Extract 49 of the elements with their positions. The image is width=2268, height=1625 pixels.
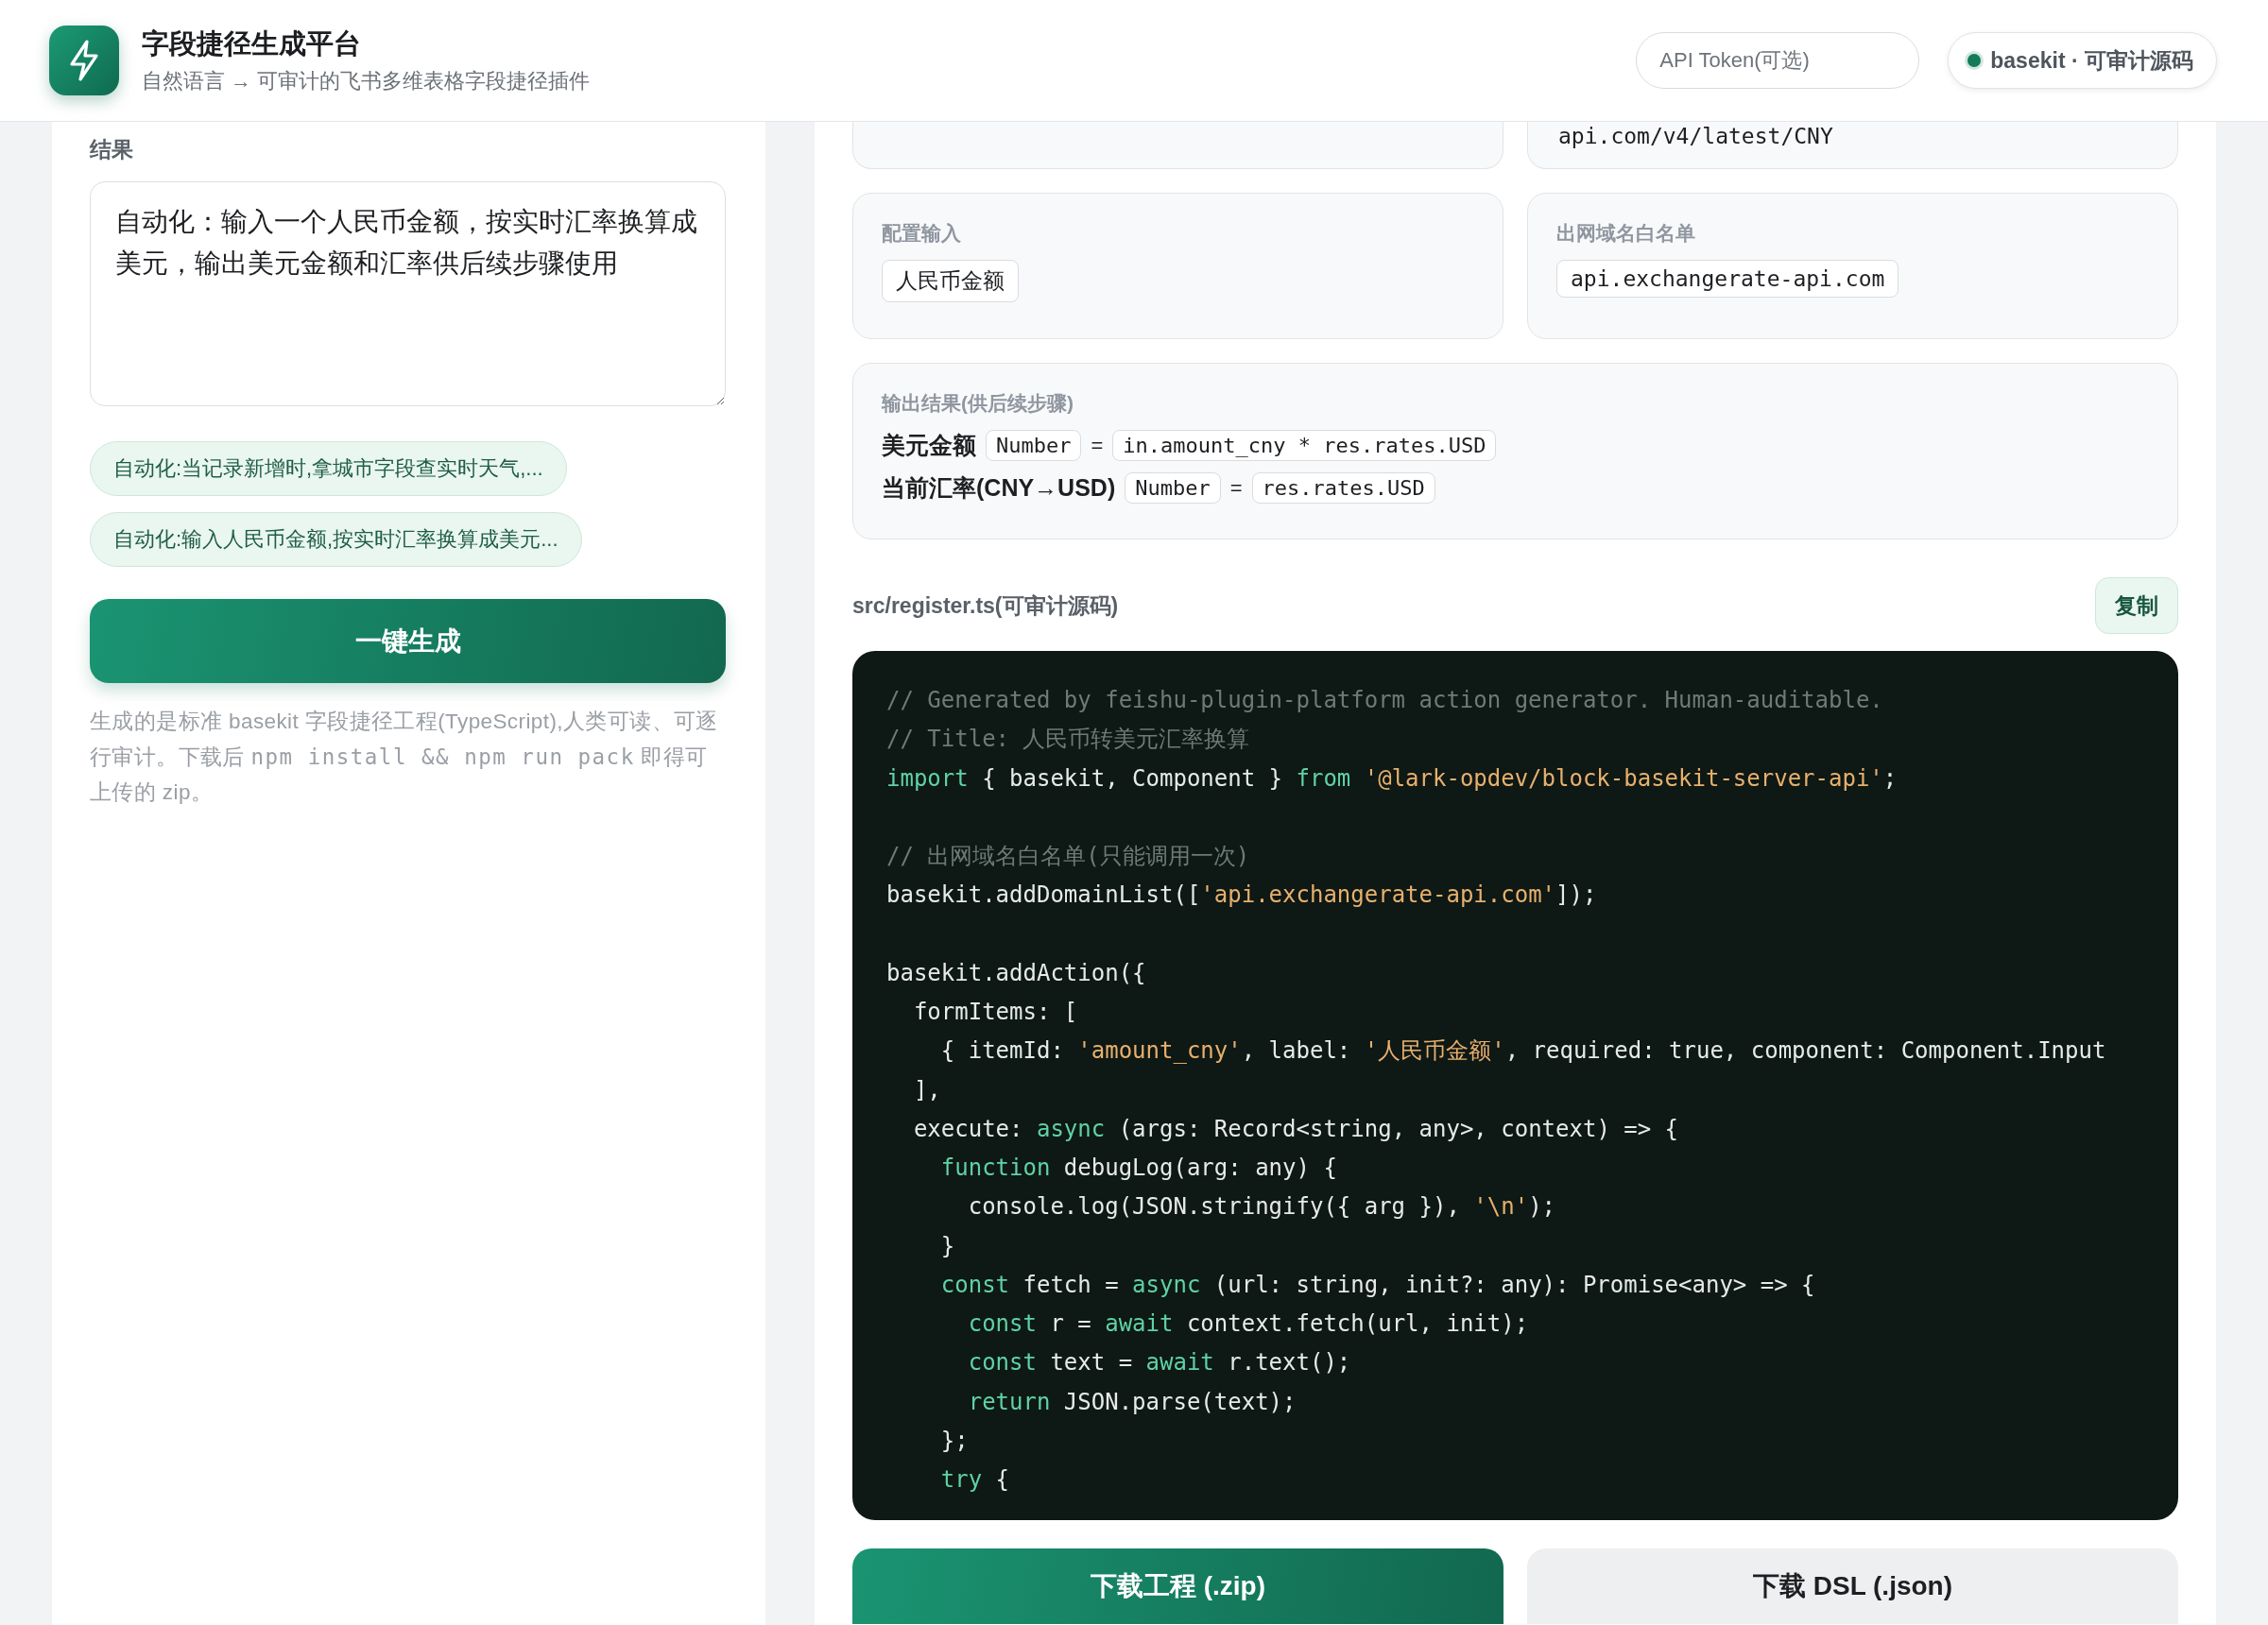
code-line: // Title: 人民币转美元汇率换算: [886, 725, 1251, 755]
file-name: src/register.ts(可审计源码): [852, 591, 1119, 620]
code-line: try {: [939, 1465, 1011, 1495]
code-line: { itemId: 'amount_cny', label: '人民币金额', required: true, component: Component.Input: [939, 1036, 2107, 1067]
field-label: 结果: [90, 136, 134, 163]
card-label: 输出结果(供后续步骤): [882, 391, 1074, 416]
output-name: 美元金额: [882, 431, 976, 460]
code-line: return JSON.parse(text);: [967, 1387, 1297, 1417]
download-button[interactable]: 下载 DSL (.json): [1527, 1548, 2178, 1624]
hint-text: 生成的是标准 basekit 字段捷径工程(TypeScript),人类可读、可逐行审计。下载后 npm install && npm run pack 即得可上传的 zip。: [90, 709, 719, 806]
copy-button[interactable]: 复制: [2095, 577, 2178, 634]
code-line: execute: async (args: Record<string, any>, context) => {: [912, 1114, 1680, 1144]
expression-tag: in.amount_cny * res.rates.USD: [1112, 430, 1497, 461]
card-label: 配置输入: [882, 221, 962, 246]
badge-label: basekit · 可审计源码: [1990, 46, 2193, 75]
description-field[interactable]: 自动化：输入一个人民币金额，按实时汇率换算成美元，输出美元金额和汇率供后续步骤使用: [90, 181, 726, 406]
status-dot-icon: [1967, 54, 1982, 67]
code-line: ],: [912, 1075, 942, 1105]
value-tag: 人民币金额: [882, 260, 1019, 302]
api-token-field[interactable]: API Token(可选): [1636, 32, 1920, 89]
code-line: basekit.addDomainList(['api.exchangerate-api.com']);: [886, 881, 1598, 911]
code-line: basekit.addAction({: [886, 958, 1147, 988]
endpoint-text: api.com/v4/latest/CNY: [1558, 123, 1834, 150]
code-line: }: [939, 1231, 956, 1261]
code-line: function debugLog(arg: any) {: [939, 1154, 1338, 1183]
app-subtitle: 自然语言 → 可审计的飞书多维表格字段捷径插件: [142, 68, 591, 94]
type-tag: Number: [1125, 472, 1221, 504]
code-line: import { basekit, Component } from '@lark-opdev/block-basekit-server-api';: [886, 763, 1899, 794]
generate-button[interactable]: 一键生成: [90, 599, 726, 683]
download-button[interactable]: 下载工程 (.zip): [852, 1548, 1503, 1624]
output-name: 当前汇率(CNY→USD): [882, 473, 1116, 503]
code-line: formItems: [: [912, 998, 1079, 1027]
app-title: 字段捷径生成平台: [142, 27, 362, 60]
logo-icon: [49, 26, 119, 95]
value-tag: api.exchangerate-api.com: [1556, 260, 1899, 298]
code-line: const text = await r.text();: [967, 1348, 1352, 1378]
code-line: const fetch = async (url: string, init?: any): Promise<any> => {: [939, 1270, 1816, 1300]
equals-sign: =: [1091, 433, 1104, 458]
code-line: // Generated by feishu-plugin-platform action generator. Human-auditable.: [886, 686, 1884, 715]
card-label: 出网域名白名单: [1556, 221, 1696, 246]
equals-sign: =: [1229, 475, 1243, 501]
code-line: console.log(JSON.stringify({ arg }), '\n');: [967, 1192, 1557, 1223]
type-tag: Number: [986, 430, 1082, 461]
code-line: // 出网域名白名单(只能调用一次): [886, 842, 1251, 871]
example-chip[interactable]: 自动化:输入人民币金额,按实时汇率换算成美元...: [90, 512, 582, 567]
code-line: };: [939, 1426, 970, 1456]
example-chip[interactable]: 自动化:当记录新增时,拿城市字段查实时天气,...: [90, 441, 567, 496]
code-line: const r = await context.fetch(url, init);: [967, 1309, 1530, 1339]
expression-tag: res.rates.USD: [1251, 472, 1435, 504]
